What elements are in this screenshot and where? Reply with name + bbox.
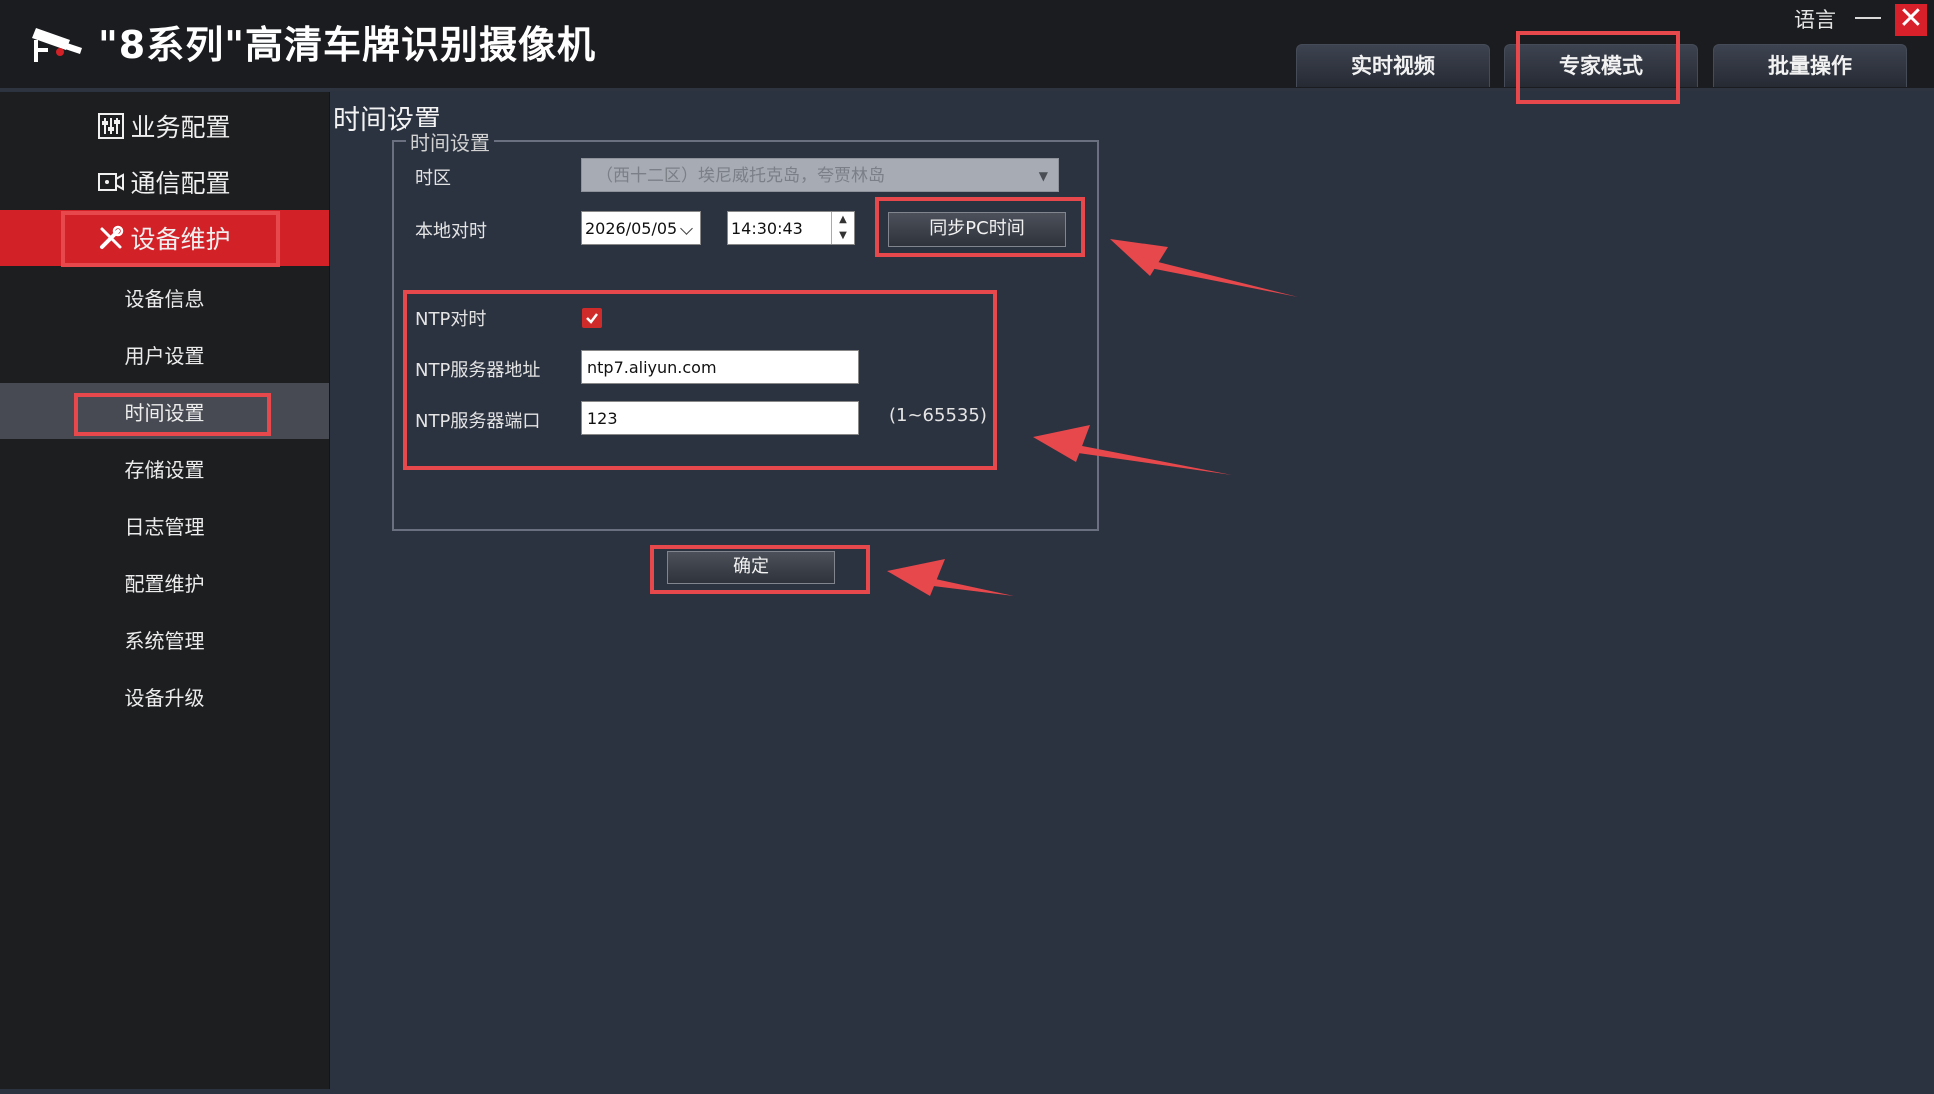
annotation-arrows — [887, 239, 1298, 596]
arrow-to-ntp-icon — [1033, 425, 1232, 475]
arrow-to-sync-icon — [1110, 239, 1298, 297]
arrow-to-confirm-icon — [887, 559, 1014, 596]
